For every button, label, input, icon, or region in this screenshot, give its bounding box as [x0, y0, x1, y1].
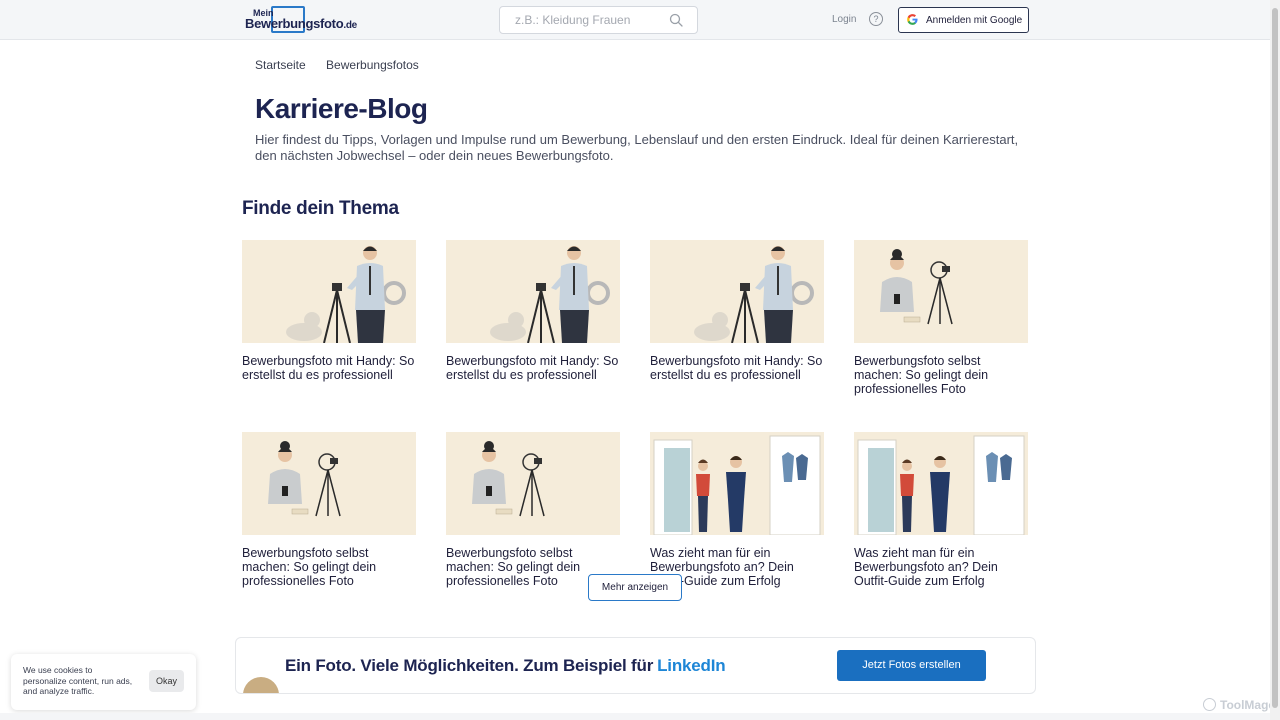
- card-image[interactable]: [446, 240, 620, 343]
- blog-card[interactable]: Bewerbungsfoto selbst machen: So gelingt…: [242, 432, 416, 588]
- blog-card[interactable]: Was zieht man für ein Bewerbungsfoto an?…: [650, 432, 824, 588]
- watermark-text: ToolMage: [1220, 698, 1276, 712]
- man-phone-tripod-illustration: [286, 246, 406, 343]
- blog-card[interactable]: Bewerbungsfoto mit Handy: So erstellst d…: [446, 240, 620, 382]
- promo-banner: Ein Foto. Viele Möglichkeiten. Zum Beisp…: [235, 637, 1036, 694]
- card-image[interactable]: [854, 432, 1028, 535]
- blog-card[interactable]: Was zieht man für ein Bewerbungsfoto an?…: [854, 432, 1028, 588]
- login-link[interactable]: Login: [832, 14, 856, 25]
- watermark-icon: [1203, 698, 1216, 711]
- card-title[interactable]: Bewerbungsfoto selbst machen: So gelingt…: [854, 354, 1028, 396]
- card-image[interactable]: [446, 432, 620, 535]
- watermark: ToolMage: [1203, 698, 1275, 712]
- google-signin-button[interactable]: Anmelden mit Google: [898, 7, 1029, 33]
- google-icon: [907, 14, 918, 25]
- site-header: Mein Bewerbungsfoto.de Login ? Anmelden …: [0, 0, 1270, 40]
- blog-card[interactable]: Bewerbungsfoto selbst machen: So gelingt…: [446, 432, 620, 588]
- couple-wardrobe-illustration: [857, 435, 1025, 535]
- breadcrumb-item-home[interactable]: Startseite: [255, 58, 306, 72]
- card-image[interactable]: [242, 432, 416, 535]
- card-image[interactable]: [650, 240, 824, 343]
- page-scrollbar[interactable]: [1270, 0, 1280, 720]
- cookie-notice: We use cookies to personalize content, r…: [11, 654, 196, 710]
- site-logo[interactable]: Mein Bewerbungsfoto.de: [244, 5, 357, 35]
- create-photos-button[interactable]: Jetzt Fotos erstellen: [837, 650, 986, 681]
- card-image[interactable]: [854, 240, 1028, 343]
- logo-main-text: Bewerbungsfoto.de: [245, 16, 357, 31]
- cookie-text: We use cookies to personalize content, r…: [23, 665, 133, 696]
- breadcrumb-item-bewerbungsfotos[interactable]: Bewerbungsfotos: [326, 58, 419, 72]
- card-title[interactable]: Bewerbungsfoto selbst machen: So gelingt…: [242, 546, 416, 588]
- show-more-button[interactable]: Mehr anzeigen: [588, 574, 682, 601]
- blog-card[interactable]: Bewerbungsfoto mit Handy: So erstellst d…: [242, 240, 416, 382]
- woman-ringlight-illustration: [880, 249, 953, 325]
- woman-ringlight-illustration: [472, 441, 545, 517]
- card-title[interactable]: Bewerbungsfoto mit Handy: So erstellst d…: [446, 354, 620, 382]
- promo-avatar: [243, 677, 279, 693]
- breadcrumb: Startseite Bewerbungsfotos: [255, 58, 436, 72]
- man-phone-tripod-illustration: [694, 246, 814, 343]
- page-title: Karriere-Blog: [255, 93, 428, 124]
- search-icon[interactable]: [669, 13, 683, 27]
- scrollbar-thumb[interactable]: [1272, 8, 1278, 708]
- card-title[interactable]: Was zieht man für ein Bewerbungsfoto an?…: [854, 546, 1028, 588]
- search-box: [499, 6, 698, 34]
- page-intro: Hier findest du Tipps, Vorlagen und Impu…: [255, 132, 1019, 163]
- promo-headline: Ein Foto. Viele Möglichkeiten. Zum Beisp…: [285, 656, 726, 676]
- man-phone-tripod-illustration: [490, 246, 610, 343]
- page-bottom-strip: [0, 713, 1270, 720]
- blog-card[interactable]: Bewerbungsfoto mit Handy: So erstellst d…: [650, 240, 824, 382]
- google-signin-label: Anmelden mit Google: [926, 15, 1023, 26]
- card-image[interactable]: [242, 240, 416, 343]
- cookie-okay-button[interactable]: Okay: [149, 670, 184, 692]
- logo-tld: .de: [343, 20, 357, 31]
- woman-ringlight-illustration: [268, 441, 341, 517]
- card-image[interactable]: [650, 432, 824, 535]
- section-title: Finde dein Thema: [242, 198, 399, 219]
- search-input[interactable]: [515, 13, 665, 27]
- logo-brand: Bewerbungsfoto: [245, 16, 344, 31]
- promo-highlight: LinkedIn: [657, 656, 726, 675]
- help-icon[interactable]: ?: [869, 12, 883, 26]
- blog-card[interactable]: Bewerbungsfoto selbst machen: So gelingt…: [854, 240, 1028, 396]
- couple-wardrobe-illustration: [653, 435, 821, 535]
- promo-text: Ein Foto. Viele Möglichkeiten. Zum Beisp…: [285, 656, 654, 675]
- card-title[interactable]: Bewerbungsfoto mit Handy: So erstellst d…: [650, 354, 824, 382]
- card-title[interactable]: Bewerbungsfoto mit Handy: So erstellst d…: [242, 354, 416, 382]
